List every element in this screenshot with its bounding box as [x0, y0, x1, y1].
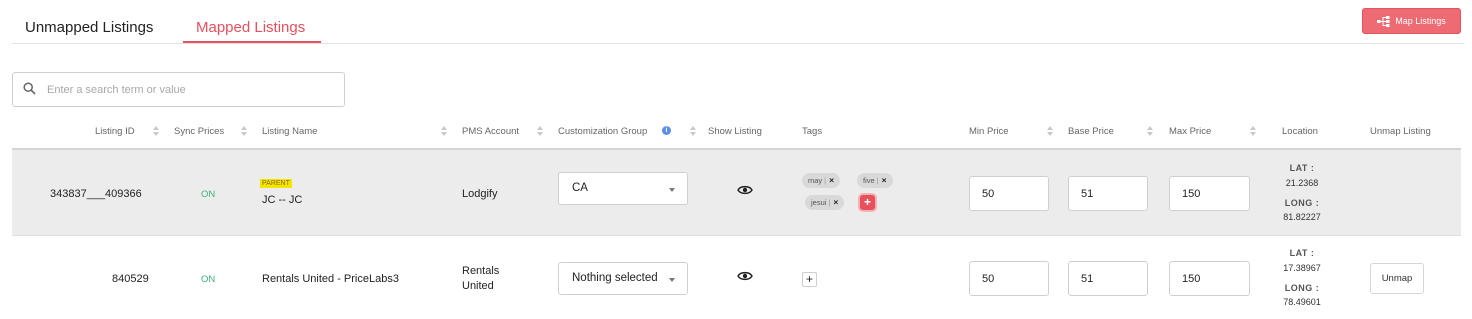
sitemap-icon [1377, 15, 1390, 27]
listing-name: Rentals United - PriceLabs3 [262, 273, 399, 285]
header-listing-id: Listing ID [95, 126, 135, 137]
customization-group-value: Nothing selected [572, 272, 658, 284]
unmap-button[interactable]: Unmap [1370, 263, 1424, 294]
long-value: 81.82227 [1283, 212, 1321, 222]
map-listings-button[interactable]: Map Listings [1362, 8, 1461, 34]
listing-id: 840529 [112, 273, 149, 285]
long-label: LONG : [1284, 198, 1320, 208]
header-tags: Tags [802, 126, 823, 137]
sort-icon[interactable] [441, 125, 448, 138]
header-pms-account: PMS Account [462, 126, 520, 137]
tag-chip[interactable]: may | × [802, 173, 841, 188]
tag-label: jesui [811, 198, 827, 207]
customization-group-select[interactable]: CA [558, 172, 688, 205]
close-icon[interactable]: × [882, 175, 887, 185]
lat-label: LAT : [1289, 163, 1315, 173]
listing-id: 343837___409366 [50, 188, 142, 200]
table-row: 343837___409366 ON PARENT JC -- JC Lodgi… [12, 148, 1461, 236]
customization-group-select[interactable]: Nothing selected [558, 262, 688, 295]
sort-icon[interactable] [1147, 125, 1154, 138]
parent-badge: PARENT [260, 179, 292, 188]
map-listings-label: Map Listings [1395, 16, 1446, 26]
sort-icon[interactable] [153, 125, 160, 138]
tab-unmapped-listings[interactable]: Unmapped Listings [25, 18, 153, 38]
min-price-input[interactable]: 50 [969, 176, 1049, 211]
sort-icon[interactable] [1250, 125, 1257, 138]
close-icon[interactable]: × [829, 175, 834, 185]
customization-group-value: CA [572, 182, 588, 194]
max-price-input[interactable]: 150 [1169, 261, 1250, 296]
long-label: LONG : [1284, 283, 1320, 293]
lat-label: LAT : [1289, 248, 1315, 258]
sort-icon[interactable] [537, 125, 544, 138]
tag-label: may [808, 176, 823, 185]
sync-prices-status[interactable]: ON [201, 187, 215, 202]
active-tab-indicator [183, 41, 321, 43]
header-location: Location [1282, 126, 1318, 137]
listing-tabs: Unmapped Listings Mapped Listings [12, 0, 1464, 44]
sync-prices-status[interactable]: ON [201, 272, 215, 287]
header-show-listing: Show Listing [708, 126, 762, 137]
header-customization-group: Customization Group [558, 126, 648, 137]
tag-chip[interactable]: jesui | × [805, 195, 845, 210]
header-min-price: Min Price [969, 126, 1009, 137]
pms-account-line2: United [462, 280, 494, 292]
sort-icon[interactable] [1047, 125, 1054, 138]
search-box[interactable] [12, 72, 345, 107]
table-row: 840529 ON Rentals United - PriceLabs3 Re… [12, 236, 1461, 319]
pms-account-line1: Rentals [462, 265, 500, 277]
close-icon[interactable]: × [833, 197, 838, 207]
tab-mapped-listings[interactable]: Mapped Listings [196, 18, 305, 38]
search-input[interactable] [45, 80, 335, 100]
header-unmap-listing: Unmap Listing [1370, 126, 1431, 137]
sort-icon[interactable] [690, 125, 697, 138]
sort-icon[interactable] [241, 125, 248, 138]
chevron-down-icon [669, 278, 675, 282]
eye-icon[interactable] [737, 184, 753, 196]
listing-name: JC -- JC [262, 194, 303, 206]
base-price-input[interactable]: 51 [1068, 176, 1148, 211]
header-max-price: Max Price [1169, 126, 1212, 137]
min-price-input[interactable]: 50 [969, 261, 1049, 296]
add-tag-button[interactable]: + [802, 272, 817, 287]
tag-label: five [863, 176, 875, 185]
pms-account: Lodgify [462, 188, 498, 200]
chevron-down-icon [669, 188, 675, 192]
tag-chip[interactable]: five | × [857, 173, 893, 188]
base-price-input[interactable]: 51 [1068, 261, 1148, 296]
info-icon[interactable]: i [662, 126, 671, 135]
lat-value: 17.38967 [1283, 263, 1321, 273]
search-icon [23, 82, 36, 95]
header-listing-name: Listing Name [262, 126, 318, 137]
add-tag-button[interactable]: + [860, 195, 875, 210]
header-sync-prices: Sync Prices [174, 126, 225, 137]
max-price-input[interactable]: 150 [1169, 176, 1250, 211]
long-value: 78.49601 [1283, 297, 1321, 307]
header-base-price: Base Price [1068, 126, 1114, 137]
lat-value: 21.2368 [1285, 178, 1319, 188]
eye-icon[interactable] [737, 270, 753, 282]
